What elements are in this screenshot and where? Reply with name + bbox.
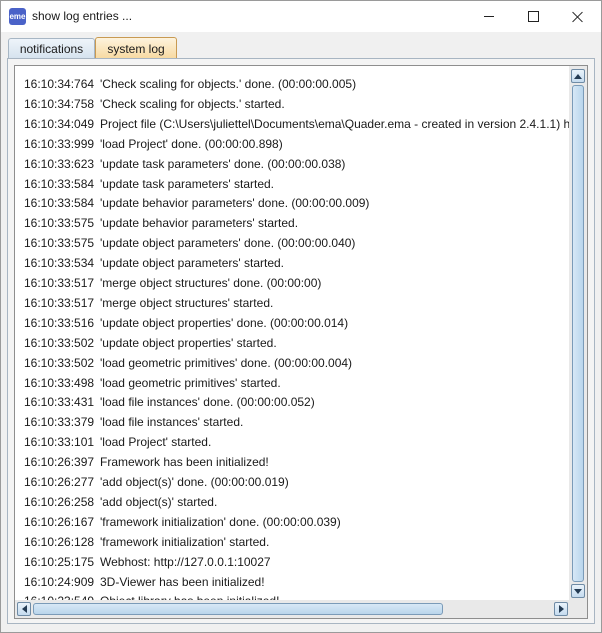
log-timestamp: 16:10:33:101 [24, 435, 95, 450]
log-message: 'load file instances' started. [100, 415, 244, 430]
arrow-left-icon [21, 605, 27, 613]
minimize-button[interactable] [466, 1, 512, 32]
log-message: 'load Project' started. [100, 435, 212, 450]
arrow-up-icon [574, 73, 582, 79]
log-message: 'update object parameters' started. [100, 256, 285, 271]
log-timestamp: 16:10:33:502 [24, 335, 95, 350]
window-title: show log entries ... [32, 9, 133, 23]
scroll-left-button[interactable] [17, 602, 31, 616]
title-bar[interactable]: eme show log entries ... [1, 1, 601, 32]
log-timestamp: 16:10:26:167 [24, 514, 95, 529]
log-timestamp: 16:10:33:584 [24, 176, 95, 191]
log-window: eme show log entries ... notifications s… [0, 0, 602, 633]
log-message: 'update task parameters' done. (00:00:00… [100, 156, 346, 171]
log-timestamp: 16:10:33:623 [24, 156, 95, 171]
log-message: 'update behavior parameters' done. (00:0… [100, 196, 370, 211]
log-timestamp: 16:10:33:517 [24, 276, 95, 290]
maximize-button[interactable] [510, 1, 556, 32]
log-message: 'update object properties' started. [100, 335, 277, 350]
arrow-right-icon [558, 605, 564, 613]
scroll-down-button[interactable] [571, 584, 585, 598]
scroll-right-button[interactable] [554, 602, 568, 616]
horizontal-scroll-thumb[interactable] [33, 603, 443, 615]
log-message: 'update behavior parameters' started. [100, 216, 299, 231]
log-message: 'load Project' done. (00:00:00.898) [100, 136, 283, 151]
log-timestamp: 16:10:33:584 [24, 196, 95, 211]
log-message: 'update object parameters' done. (00:00:… [100, 236, 356, 251]
log-timestamp: 16:10:33:575 [24, 236, 95, 251]
log-message: 'merge object structures' started. [100, 295, 274, 310]
log-message: Webhost: http://127.0.0.1:10027 [100, 554, 271, 569]
log-timestamp: 16:10:34:758 [24, 96, 95, 111]
log-message: 'add object(s)' started. [100, 494, 218, 509]
log-timestamp: 16:10:26:258 [24, 494, 95, 509]
app-logo-icon: eme [9, 8, 26, 25]
log-timestamp: 16:10:33:498 [24, 375, 95, 390]
log-entries: 16:10:34:764 'Check scaling for objects.'… [15, 66, 570, 601]
log-list[interactable]: 16:10:34:764 'Check scaling for objects.'… [14, 65, 588, 619]
log-message: 'load geometric primitives' started. [100, 375, 281, 390]
log-message: Framework has been initialized! [100, 455, 269, 470]
log-message: Project file (C:\Users\juliettel\Documen… [100, 116, 570, 131]
scroll-up-button[interactable] [571, 69, 585, 83]
log-timestamp: 16:10:33:575 [24, 216, 95, 231]
log-message: 'load geometric primitives' done. (00:00… [100, 355, 353, 370]
log-timestamp: 16:10:33:431 [24, 395, 95, 410]
log-timestamp: 16:10:26:277 [24, 475, 95, 489]
log-timestamp: 16:10:34:764 [24, 77, 95, 91]
log-timestamp: 16:10:34:049 [24, 116, 95, 131]
scrollbar-corner [569, 600, 587, 618]
log-timestamp: 16:10:26:128 [24, 534, 95, 549]
log-message: 'Check scaling for objects.' started. [100, 96, 285, 111]
tab-notifications[interactable]: notifications [8, 38, 95, 58]
tab-content-panel: 16:10:34:764 'Check scaling for objects.'… [7, 58, 595, 624]
log-timestamp: 16:10:33:516 [24, 315, 95, 330]
log-timestamp: 16:10:33:534 [24, 256, 95, 271]
log-message: 'merge object structures' done. (00:00:0… [100, 276, 322, 290]
minimize-icon [484, 16, 494, 17]
log-timestamp: 16:10:33:517 [24, 295, 95, 310]
log-message: 3D-Viewer has been initialized! [100, 574, 265, 589]
close-icon [572, 11, 584, 23]
log-timestamp: 16:10:33:502 [24, 355, 95, 370]
log-message: 'update task parameters' started. [100, 176, 275, 191]
maximize-icon [527, 11, 539, 22]
tab-system-log[interactable]: system log [95, 37, 177, 59]
log-message: 'framework initialization' done. (00:00:… [100, 514, 341, 529]
log-message: 'update object properties' done. (00:00:… [100, 315, 349, 330]
vertical-scrollbar[interactable] [569, 66, 587, 601]
log-message: 'Check scaling for objects.' done. (00:0… [100, 77, 357, 91]
log-timestamp: 16:10:25:175 [24, 554, 95, 569]
log-message: 'framework initialization' started. [100, 534, 270, 549]
log-timestamp: 16:10:26:397 [24, 455, 95, 470]
arrow-down-icon [574, 588, 582, 594]
log-timestamp: 16:10:33:379 [24, 415, 95, 430]
log-message: 'add object(s)' done. (00:00:00.019) [100, 475, 289, 489]
vertical-scroll-thumb[interactable] [572, 85, 584, 582]
close-button[interactable] [555, 1, 601, 32]
log-timestamp: 16:10:33:999 [24, 136, 95, 151]
log-timestamp: 16:10:24:909 [24, 574, 95, 589]
horizontal-scrollbar[interactable] [15, 600, 570, 618]
log-message: 'load file instances' done. (00:00:00.05… [100, 395, 315, 410]
